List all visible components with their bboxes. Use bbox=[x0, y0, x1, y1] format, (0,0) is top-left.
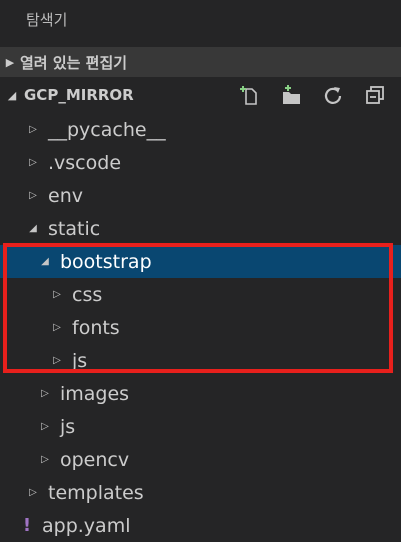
tree-item-pycache[interactable]: ▷ __pycache__ bbox=[0, 113, 401, 146]
tree-item-opencv[interactable]: ▷ opencv bbox=[0, 443, 401, 476]
explorer-title: 탐색기 bbox=[26, 11, 68, 29]
new-folder-button[interactable] bbox=[275, 80, 307, 110]
open-editors-header[interactable]: ▶ 열려 있는 편집기 bbox=[0, 47, 401, 77]
tree-item-label: templates bbox=[48, 481, 144, 504]
tree-item-label: static bbox=[48, 217, 101, 240]
new-folder-icon bbox=[283, 85, 300, 104]
tree-item-label: env bbox=[48, 184, 83, 207]
workspace-header[interactable]: ◢ GCP_MIRROR bbox=[0, 80, 401, 110]
tree-item-label: js bbox=[72, 349, 88, 372]
refresh-button[interactable] bbox=[317, 80, 349, 110]
chevron-right-icon: ▷ bbox=[41, 421, 49, 432]
new-file-icon bbox=[240, 86, 257, 105]
chevron-right-icon: ▷ bbox=[29, 190, 37, 201]
tree-item-label: __pycache__ bbox=[48, 118, 166, 141]
tree-item-label: css bbox=[72, 283, 103, 306]
collapse-all-button[interactable] bbox=[359, 80, 391, 110]
refresh-icon bbox=[324, 87, 342, 104]
tree-item-vscode[interactable]: ▷ .vscode bbox=[0, 146, 401, 179]
tree-item-label: fonts bbox=[72, 316, 120, 339]
chevron-right-icon: ▷ bbox=[41, 388, 49, 399]
tree-item-static[interactable]: ◢ static bbox=[0, 212, 401, 245]
tree-item-css[interactable]: ▷ css bbox=[0, 278, 401, 311]
workspace-label: GCP_MIRROR bbox=[24, 86, 134, 104]
tree-item-images[interactable]: ▷ images bbox=[0, 377, 401, 410]
collapse-all-icon bbox=[366, 86, 384, 104]
chevron-right-icon: ▷ bbox=[53, 355, 61, 366]
open-editors-label: 열려 있는 편집기 bbox=[20, 53, 128, 72]
chevron-down-icon: ◢ bbox=[29, 223, 37, 234]
chevron-right-icon: ▷ bbox=[29, 487, 37, 498]
tree-item-label: bootstrap bbox=[60, 250, 152, 273]
chevron-right-icon: ▷ bbox=[41, 454, 49, 465]
tree-item-static-js[interactable]: ▷ js bbox=[0, 410, 401, 443]
tree-item-bootstrap[interactable]: ◢ bootstrap bbox=[0, 245, 401, 278]
tree-item-label: images bbox=[60, 382, 130, 405]
workspace-actions bbox=[233, 80, 391, 110]
chevron-down-icon: ◢ bbox=[7, 88, 17, 102]
tree-item-label: .vscode bbox=[48, 151, 122, 174]
tree-item-label: opencv bbox=[60, 448, 130, 471]
tree-item-fonts[interactable]: ▷ fonts bbox=[0, 311, 401, 344]
chevron-right-icon: ▷ bbox=[29, 157, 37, 168]
chevron-right-icon: ▶ bbox=[5, 55, 15, 69]
tree-item-templates[interactable]: ▷ templates bbox=[0, 476, 401, 509]
new-file-button[interactable] bbox=[233, 80, 265, 110]
tree-item-label: js bbox=[60, 415, 76, 438]
chevron-right-icon: ▷ bbox=[29, 124, 37, 135]
chevron-right-icon: ▷ bbox=[53, 289, 61, 300]
chevron-right-icon: ▷ bbox=[53, 322, 61, 333]
tree-item-env[interactable]: ▷ env bbox=[0, 179, 401, 212]
chevron-down-icon: ◢ bbox=[41, 256, 49, 267]
tree-item-bootstrap-js[interactable]: ▷ js bbox=[0, 344, 401, 377]
